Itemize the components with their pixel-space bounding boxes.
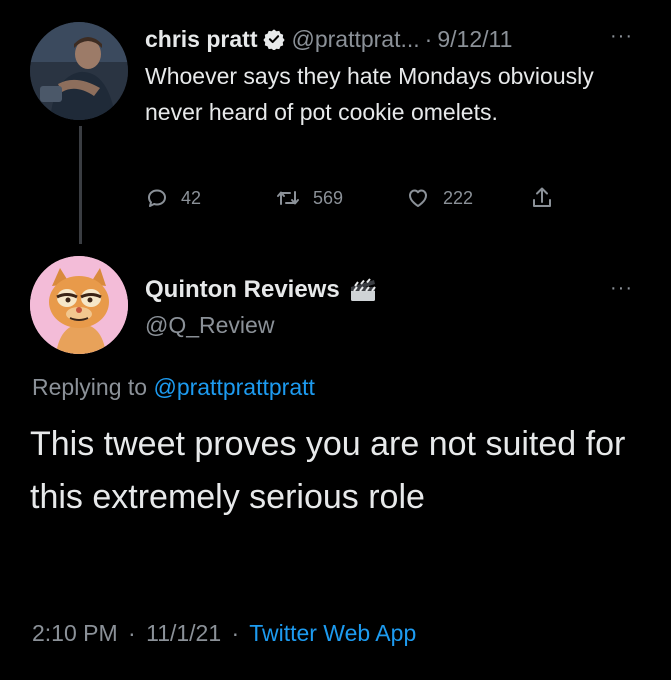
separator: ·: [231, 620, 240, 646]
author-name[interactable]: chris pratt: [145, 26, 257, 53]
separator: ·: [424, 25, 433, 52]
avatar-cartoon-cat: [30, 256, 128, 354]
avatar-chris-pratt[interactable]: [30, 22, 128, 120]
tweet-source-link[interactable]: Twitter Web App: [249, 620, 416, 646]
avatar-photo: [30, 22, 128, 120]
separator: ·: [128, 620, 136, 646]
reply-author-row: Quinton Reviews: [145, 276, 378, 304]
reply-count: 42: [181, 187, 202, 208]
like-button[interactable]: 222: [405, 186, 530, 210]
action-bar: 42 569 222: [145, 183, 575, 213]
replying-to: Replying to @prattprattpratt: [32, 374, 315, 401]
tweet-text: Whoever says they hate Mondays obviously…: [145, 63, 594, 125]
tweet-time[interactable]: 2:10 PM: [32, 620, 118, 646]
verified-badge-icon: [263, 29, 286, 50]
tweet-date[interactable]: 9/12/11: [437, 26, 512, 53]
retweet-icon: [277, 191, 299, 205]
tweet-full-date[interactable]: 11/1/21: [146, 620, 221, 646]
more-icon[interactable]: ···: [610, 26, 633, 46]
like-icon: [409, 189, 427, 207]
original-tweet: chris pratt @prattprat... · 9/12/11 Whoe…: [145, 24, 645, 130]
retweet-count: 569: [313, 187, 344, 208]
share-button[interactable]: [530, 185, 566, 211]
replying-handle-link[interactable]: @prattprattpratt: [153, 374, 314, 400]
clapperboard-icon: [350, 278, 376, 301]
reply-button[interactable]: 42: [145, 186, 275, 210]
reply-tweet-text: This tweet proves you are not suited for…: [30, 425, 626, 516]
reply-author-name[interactable]: Quinton Reviews: [145, 276, 340, 304]
retweet-button[interactable]: 569: [275, 186, 405, 210]
tweet-header: chris pratt @prattprat... · 9/12/11: [145, 24, 645, 54]
share-icon: [533, 187, 551, 207]
like-count: 222: [443, 187, 474, 208]
thread-line: [79, 126, 82, 244]
replying-prefix: Replying to: [32, 374, 148, 400]
tweet-meta: 2:10 PM · 11/1/21 · Twitter Web App: [32, 620, 416, 647]
more-icon[interactable]: ···: [610, 278, 633, 298]
author-handle[interactable]: @prattprat...: [291, 26, 419, 53]
reply-icon: [148, 189, 166, 207]
avatar-quinton-reviews[interactable]: [30, 256, 128, 354]
reply-author-handle[interactable]: @Q_Review: [145, 312, 274, 339]
